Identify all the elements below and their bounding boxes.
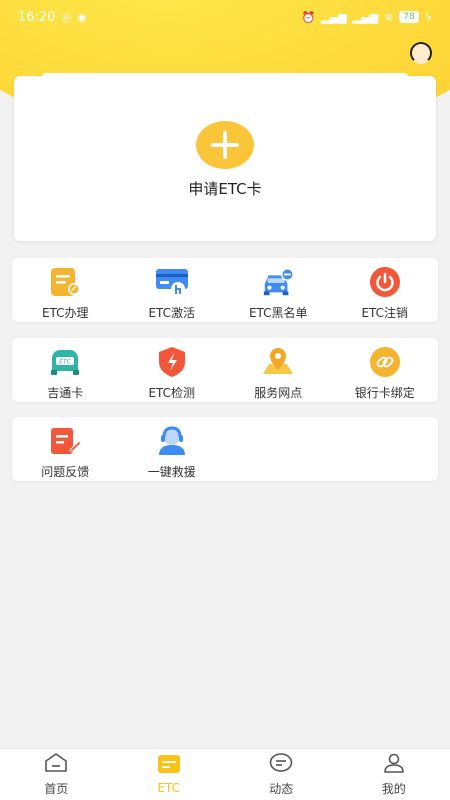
grid-item-etc-check[interactable]: ETC检测	[119, 338, 226, 402]
wifi-icon: ≋	[384, 10, 394, 24]
grid-label: ETC检测	[148, 386, 196, 400]
apply-etc-card[interactable]: 申请ETC卡	[14, 73, 436, 241]
tab-label: 首页	[44, 781, 69, 796]
tab-label: 动态	[269, 781, 294, 796]
grid-item-etc-cancel[interactable]: ETC注销	[332, 258, 439, 322]
grid-item-etc-activate[interactable]: ETC激活	[119, 258, 226, 322]
notification-icon: ◎	[61, 10, 72, 24]
tab-label: 我的	[381, 781, 406, 796]
grid-item-feedback[interactable]: 问题反馈	[12, 417, 119, 481]
grid-item-service-outlets[interactable]: 服务网点	[225, 338, 332, 402]
grid-label: ETC注销	[361, 306, 409, 320]
etc-card-icon	[157, 754, 181, 778]
car-minus-icon	[261, 266, 295, 298]
plus-icon[interactable]	[196, 121, 254, 169]
tab-label: ETC	[157, 781, 181, 795]
avatar[interactable]	[410, 42, 432, 64]
document-edit-icon	[48, 266, 82, 298]
signal-icon-2: ▂▄▆	[352, 10, 379, 24]
grid-item-etc-blacklist[interactable]: ETC黑名单	[225, 258, 332, 322]
headset-agent-icon	[155, 425, 189, 457]
grid-label: ETC办理	[41, 306, 89, 320]
bottom-tab-bar: 首页 ETC 动态 我的	[0, 748, 450, 800]
tab-etc[interactable]: ETC	[113, 749, 226, 800]
charging-icon: ϟ	[424, 10, 432, 24]
message-icon	[269, 752, 293, 777]
tab-dynamic[interactable]: 动态	[225, 749, 338, 800]
service-grid-2: ETC 吉通卡 ETC检测 服务网点 银行卡绑定	[12, 338, 438, 402]
user-icon	[382, 753, 406, 777]
signal-icon: ▂▄▆	[321, 10, 347, 24]
grid-label: 吉通卡	[47, 386, 84, 400]
svg-text:ETC: ETC	[59, 359, 71, 366]
card-touch-icon	[155, 266, 189, 298]
grid-label: ETC黑名单	[248, 306, 308, 320]
alarm-icon: ⏰	[301, 10, 316, 24]
map-pin-icon	[261, 346, 295, 378]
etc-car-icon: ETC	[48, 346, 82, 378]
apply-etc-label: 申请ETC卡	[188, 180, 262, 198]
grid-label: ETC激活	[148, 306, 196, 320]
feedback-doc-icon	[48, 425, 82, 457]
grid-item-bank-card-bind[interactable]: 银行卡绑定	[332, 338, 439, 402]
grid-label: 银行卡绑定	[354, 386, 415, 400]
grid-label: 服务网点	[254, 386, 303, 400]
tab-mine[interactable]: 我的	[338, 749, 450, 800]
link-icon	[368, 346, 402, 378]
grid-item-etc-apply[interactable]: ETC办理	[12, 258, 119, 322]
status-bar: 16:20 ◎ ◉ ⏰ ▂▄▆ ▂▄▆ ≋ 78 ϟ	[0, 0, 450, 34]
power-icon	[368, 266, 402, 298]
app-notification-icon: ◉	[77, 10, 87, 24]
battery-level: 78	[399, 11, 419, 23]
tab-home[interactable]: 首页	[0, 749, 113, 800]
grid-label: 问题反馈	[41, 465, 90, 479]
home-icon	[44, 752, 68, 777]
grid-label: 一键救援	[147, 465, 196, 479]
grid-item-jitong-card[interactable]: ETC 吉通卡	[12, 338, 119, 402]
status-time: 16:20	[18, 9, 56, 25]
grid-item-rescue[interactable]: 一键救援	[119, 417, 226, 481]
shield-bolt-icon	[155, 346, 189, 378]
service-grid-1: ETC办理 ETC激活 ETC黑名单 ETC注销	[12, 258, 438, 322]
service-grid-3: 问题反馈 一键救援	[12, 417, 438, 481]
